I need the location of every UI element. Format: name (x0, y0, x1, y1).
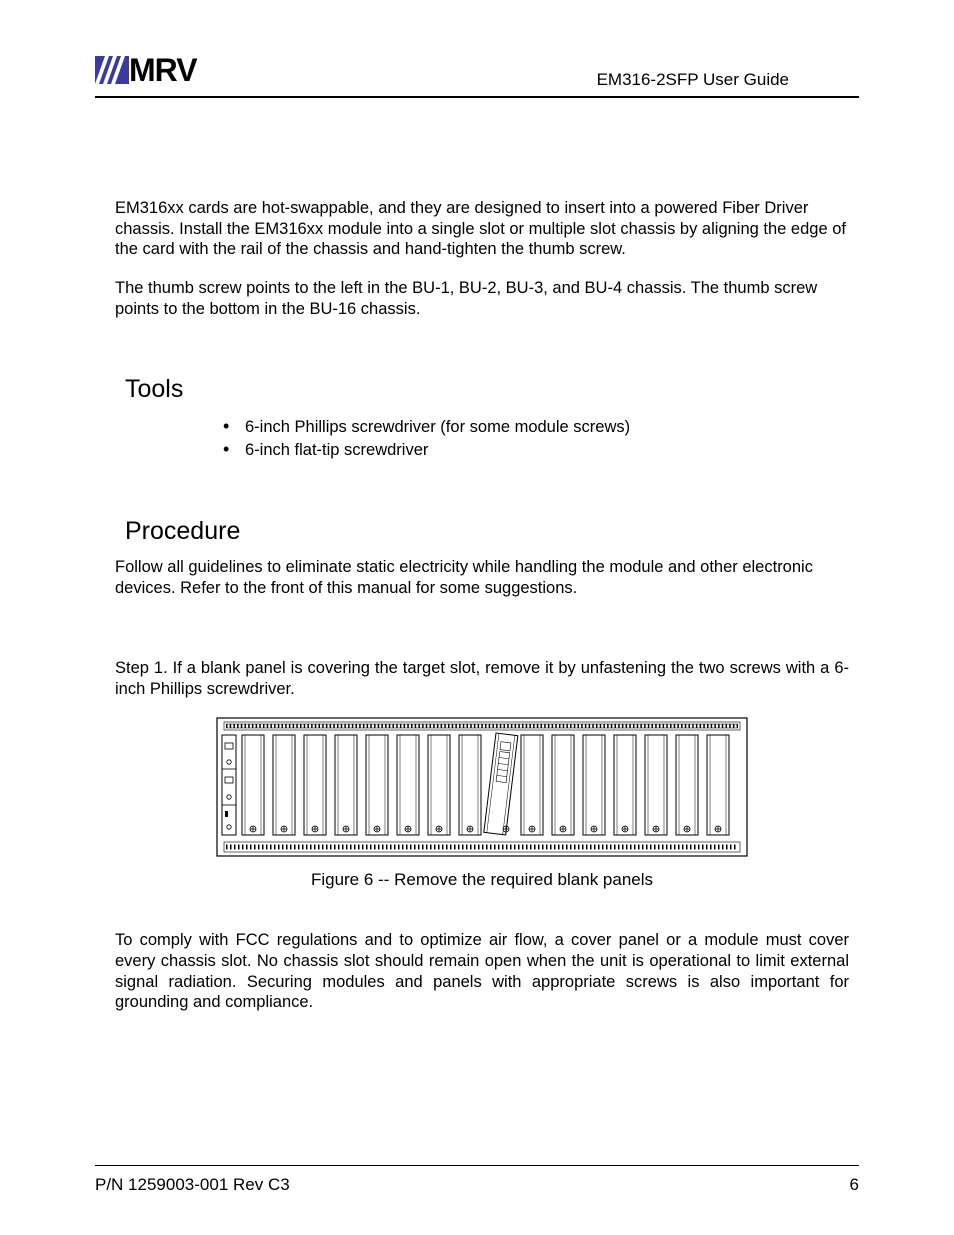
chassis-diagram-icon (216, 717, 748, 857)
brand-text: MRV (129, 50, 197, 90)
document-title: EM316-2SFP User Guide (597, 69, 859, 90)
footer-page-number: 6 (850, 1174, 859, 1195)
footer-part-number: P/N 1259003-001 Rev C3 (95, 1174, 290, 1195)
page-footer: P/N 1259003-001 Rev C3 6 (95, 1165, 859, 1195)
compliance-paragraph: To comply with FCC regulations and to op… (115, 930, 849, 1013)
procedure-step-1: Step 1. If a blank panel is covering the… (115, 658, 849, 699)
page-header: MRV EM316-2SFP User Guide (95, 50, 859, 98)
list-item: 6-inch Phillips screwdriver (for some mo… (245, 415, 849, 438)
intro-paragraph-1: EM316xx cards are hot-swappable, and the… (115, 198, 849, 260)
intro-paragraph-2: The thumb screw points to the left in th… (115, 278, 849, 319)
procedure-heading: Procedure (115, 516, 849, 547)
figure-6 (115, 717, 849, 863)
procedure-intro: Follow all guidelines to eliminate stati… (115, 557, 849, 598)
tools-heading: Tools (115, 374, 849, 405)
tools-list: 6-inch Phillips screwdriver (for some mo… (115, 415, 849, 460)
figure-6-caption: Figure 6 -- Remove the required blank pa… (115, 869, 849, 890)
brand-logo: MRV (95, 50, 197, 90)
mrv-logo-icon (95, 56, 129, 84)
list-item: 6-inch flat-tip screwdriver (245, 438, 849, 461)
